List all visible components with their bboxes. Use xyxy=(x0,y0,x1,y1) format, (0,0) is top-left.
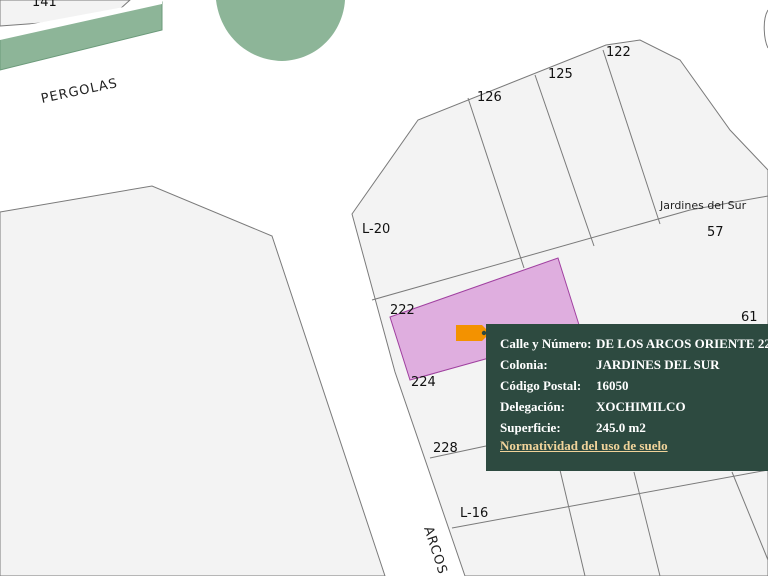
lot-number-141: 141 xyxy=(32,0,57,10)
info-row: Calle y Número: DE LOS ARCOS ORIENTE 22 xyxy=(500,336,768,357)
street-label-pergolas: PERGOLAS xyxy=(40,76,119,107)
info-value: XOCHIMILCO xyxy=(596,399,686,414)
info-value: 16050 xyxy=(596,378,629,393)
lot-number-57: 57 xyxy=(707,225,724,240)
info-row: Código Postal: 16050 xyxy=(500,378,768,399)
lot-number-125: 125 xyxy=(548,67,573,82)
land-use-regulation-link[interactable]: Normatividad del uso de suelo xyxy=(500,438,668,454)
lot-number-61: 61 xyxy=(741,310,758,325)
colonia-label: Jardines del Sur xyxy=(659,199,747,212)
info-key: Código Postal: xyxy=(500,378,582,393)
parcel-info-table: Calle y Número: DE LOS ARCOS ORIENTE 22 … xyxy=(500,336,768,441)
info-key: Delegación: xyxy=(500,399,565,414)
lot-number-126: 126 xyxy=(477,90,502,105)
lot-number-l20: L-20 xyxy=(362,222,390,237)
lot-number-222: 222 xyxy=(390,303,415,318)
road-curve xyxy=(763,9,768,49)
lot-number-228: 228 xyxy=(433,441,458,456)
info-key: Calle y Número: xyxy=(500,336,592,351)
info-value: JARDINES DEL SUR xyxy=(596,357,720,372)
parcel-info-popup: Calle y Número: DE LOS ARCOS ORIENTE 22 … xyxy=(486,324,768,471)
lot-number-224: 224 xyxy=(411,375,436,390)
lot-number-l16: L-16 xyxy=(460,506,488,521)
parcel-map[interactable]: PERGOLAS ARCOS Jardines del Sur 141 122 … xyxy=(0,0,768,576)
info-key: Colonia: xyxy=(500,357,548,372)
street-label-arcos: ARCOS xyxy=(420,525,450,576)
lot-number-122: 122 xyxy=(606,45,631,60)
large-block[interactable] xyxy=(0,185,386,576)
info-value: DE LOS ARCOS ORIENTE 22 xyxy=(596,336,768,351)
park-roundabout xyxy=(216,0,345,61)
info-row: Colonia: JARDINES DEL SUR xyxy=(500,357,768,378)
info-row: Delegación: XOCHIMILCO xyxy=(500,399,768,420)
